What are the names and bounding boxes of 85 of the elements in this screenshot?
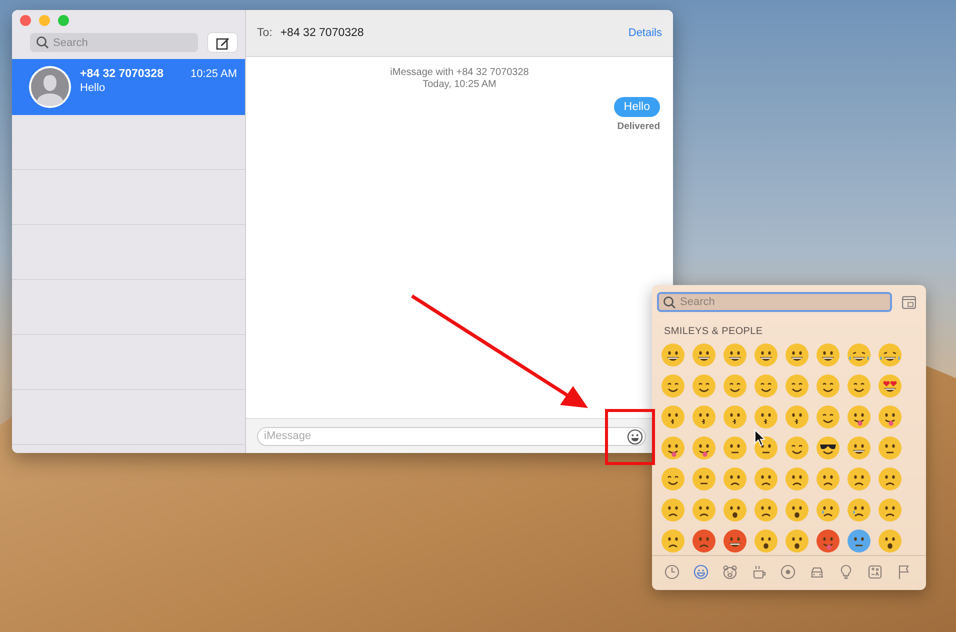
emoji-icon[interactable] xyxy=(816,529,840,553)
compose-button[interactable] xyxy=(208,33,237,52)
emoji-icon[interactable] xyxy=(847,374,871,398)
emoji-icon[interactable] xyxy=(878,498,902,522)
emoji-icon[interactable] xyxy=(847,467,871,491)
emoji-icon[interactable] xyxy=(661,436,685,460)
emoji-icon[interactable] xyxy=(661,529,685,553)
emoji-icon[interactable] xyxy=(723,529,747,553)
emoji-icon[interactable] xyxy=(878,374,902,398)
emoji-icon[interactable] xyxy=(785,436,809,460)
emoji-icon[interactable] xyxy=(878,467,902,491)
smiley-icon[interactable] xyxy=(693,564,709,580)
emoji-icon[interactable] xyxy=(785,498,809,522)
emoji-icon[interactable] xyxy=(692,374,716,398)
emoji-icon[interactable] xyxy=(692,343,716,367)
emoji-icon[interactable] xyxy=(723,467,747,491)
emoji-icon[interactable] xyxy=(847,405,871,429)
emoji-icon[interactable] xyxy=(661,405,685,429)
emoji-icon[interactable] xyxy=(661,467,685,491)
emoji-icon[interactable] xyxy=(723,498,747,522)
emoji-icon[interactable] xyxy=(723,343,747,367)
emoji-icon[interactable] xyxy=(723,436,747,460)
symbols-icon[interactable] xyxy=(867,564,883,580)
clock-icon[interactable] xyxy=(664,564,680,580)
emoji-icon[interactable] xyxy=(692,436,716,460)
emoji-icon[interactable] xyxy=(754,529,778,553)
emoji-icon[interactable] xyxy=(661,343,685,367)
emoji-icon[interactable] xyxy=(692,405,716,429)
message-preview: Hello xyxy=(80,82,106,94)
smiley-icon[interactable] xyxy=(627,428,643,444)
emoji-icon[interactable] xyxy=(878,405,902,429)
conversation-item[interactable]: +84 32 7070328 10:25 AM Hello xyxy=(12,59,245,115)
emoji-icon[interactable] xyxy=(723,374,747,398)
emoji-icon[interactable] xyxy=(754,374,778,398)
emoji-icon[interactable] xyxy=(692,529,716,553)
emoji-icon[interactable] xyxy=(785,467,809,491)
conversation-info: iMessage with +84 32 7070328 xyxy=(390,67,529,79)
emoji-icon[interactable] xyxy=(661,498,685,522)
emoji-icon[interactable] xyxy=(816,467,840,491)
emoji-icon[interactable] xyxy=(878,529,902,553)
section-title: SMILEYS & PEOPLE xyxy=(664,326,764,337)
message-field[interactable]: iMessage xyxy=(257,426,646,446)
emoji-icon[interactable] xyxy=(878,343,902,367)
search-icon xyxy=(36,36,49,49)
compose-icon xyxy=(216,36,230,50)
emoji-icon[interactable] xyxy=(816,405,840,429)
message-time: 10:25 AM xyxy=(190,68,237,80)
emoji-icon[interactable] xyxy=(785,343,809,367)
search-field[interactable]: Search xyxy=(657,292,892,312)
emoji-icon[interactable] xyxy=(878,436,902,460)
recipient-name: +84 32 7070328 xyxy=(280,27,365,39)
conversation-date: Today, 10:25 AM xyxy=(422,79,496,91)
to-label: To: xyxy=(257,27,272,39)
details-link[interactable]: Details xyxy=(628,27,662,39)
emoji-icon[interactable] xyxy=(754,467,778,491)
soccer-ball-icon[interactable] xyxy=(780,564,796,580)
emoji-icon[interactable] xyxy=(816,436,840,460)
search-field[interactable]: Search xyxy=(30,33,198,52)
cup-icon[interactable] xyxy=(751,564,767,580)
emoji-icon[interactable] xyxy=(692,467,716,491)
bear-face-icon[interactable] xyxy=(722,564,738,580)
emoji-icon[interactable] xyxy=(754,498,778,522)
emoji-icon[interactable] xyxy=(785,529,809,553)
avatar-icon xyxy=(29,66,71,108)
delivery-status: Delivered xyxy=(617,121,660,132)
emoji-icon[interactable] xyxy=(847,343,871,367)
emoji-icon[interactable] xyxy=(816,343,840,367)
emoji-icon[interactable] xyxy=(692,498,716,522)
emoji-icon[interactable] xyxy=(754,405,778,429)
emoji-icon[interactable] xyxy=(847,436,871,460)
emoji-icon[interactable] xyxy=(661,374,685,398)
emoji-icon[interactable] xyxy=(847,498,871,522)
contact-name: +84 32 7070328 xyxy=(80,68,164,80)
emoji-icon[interactable] xyxy=(816,498,840,522)
emoji-icon[interactable] xyxy=(723,405,747,429)
search-icon xyxy=(663,296,676,308)
emoji-icon[interactable] xyxy=(816,374,840,398)
emoji-icon[interactable] xyxy=(785,374,809,398)
mouse-pointer-icon xyxy=(754,429,765,446)
lightbulb-icon[interactable] xyxy=(838,564,854,580)
emoji-icon[interactable] xyxy=(785,405,809,429)
character-viewer-icon[interactable] xyxy=(902,296,916,308)
emoji-icon[interactable] xyxy=(847,529,871,553)
message-bubble: Hello xyxy=(614,97,660,117)
emoji-icon[interactable] xyxy=(754,343,778,367)
